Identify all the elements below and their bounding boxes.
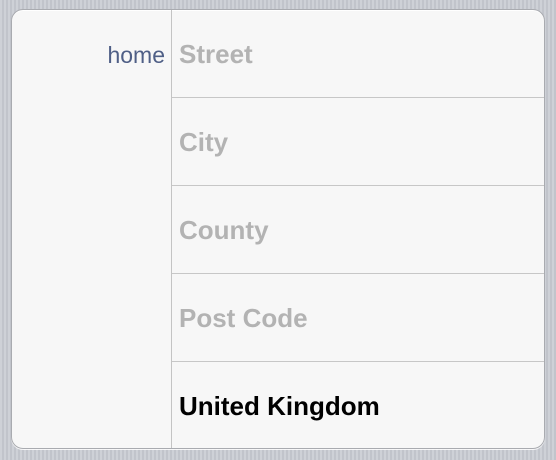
street-field[interactable]: Street [172, 10, 544, 98]
city-field[interactable]: City [172, 98, 544, 186]
city-placeholder: City [179, 127, 229, 157]
post-code-field[interactable]: Post Code [172, 274, 544, 362]
county-placeholder: County [179, 215, 269, 245]
country-field[interactable]: United Kingdom [172, 362, 544, 448]
address-card: home Street City County Post Code United… [11, 9, 545, 449]
address-fields: Street City County Post Code United King… [172, 10, 544, 448]
county-field[interactable]: County [172, 186, 544, 274]
country-value: United Kingdom [179, 391, 380, 421]
post-code-placeholder: Post Code [179, 303, 308, 333]
address-label-column[interactable]: home [12, 10, 172, 448]
street-placeholder: Street [179, 39, 253, 69]
address-type-label[interactable]: home [107, 40, 165, 70]
